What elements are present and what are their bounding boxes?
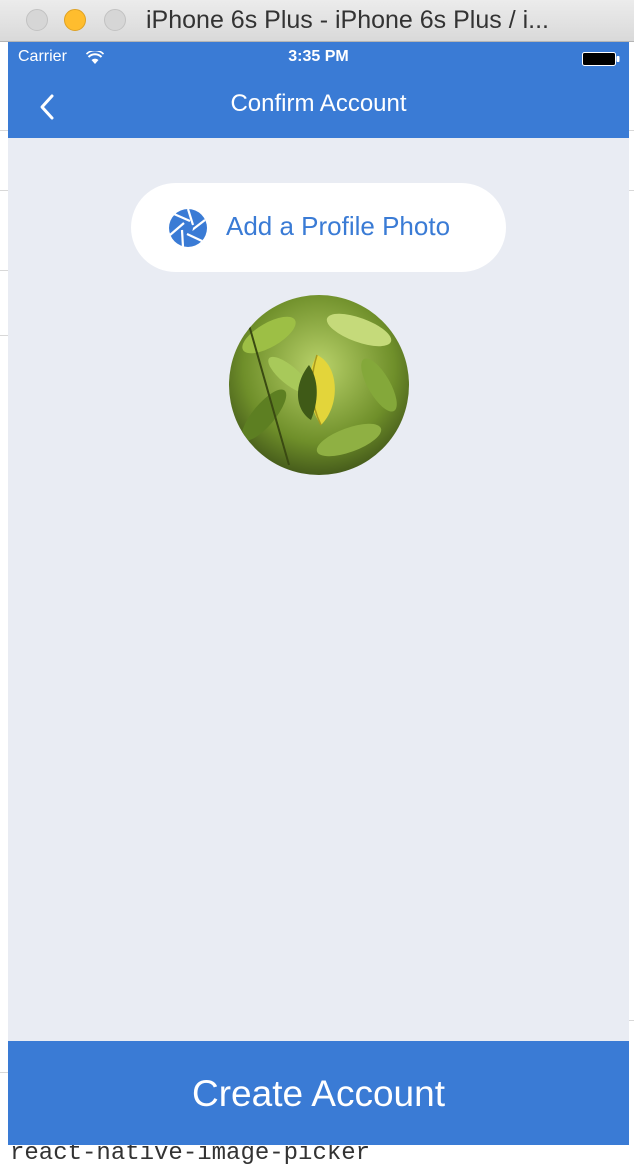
- page-title: Confirm Account: [230, 90, 407, 117]
- window-title: iPhone 6s Plus - iPhone 6s Plus / i...: [146, 6, 549, 34]
- camera-aperture-icon: [169, 208, 207, 248]
- close-window-button[interactable]: [26, 9, 48, 31]
- navigation-bar: Carrier 3:35 PM Confirm Account: [8, 42, 629, 138]
- battery-icon: [582, 52, 620, 66]
- simulator-title-bar: iPhone 6s Plus - iPhone 6s Plus / i...: [0, 0, 634, 42]
- profile-avatar[interactable]: [229, 295, 409, 475]
- minimize-window-button[interactable]: [64, 9, 86, 31]
- add-profile-photo-button[interactable]: Add a Profile Photo: [131, 183, 506, 272]
- leaf-photo: [229, 295, 409, 475]
- create-account-button[interactable]: Create Account: [8, 1041, 629, 1145]
- phone-screen: Carrier 3:35 PM Confirm Account Add a Pr…: [8, 42, 629, 1145]
- status-time: 3:35 PM: [288, 48, 349, 65]
- zoom-window-button[interactable]: [104, 9, 126, 31]
- create-account-label: Create Account: [192, 1073, 445, 1114]
- add-profile-photo-label: Add a Profile Photo: [226, 211, 451, 241]
